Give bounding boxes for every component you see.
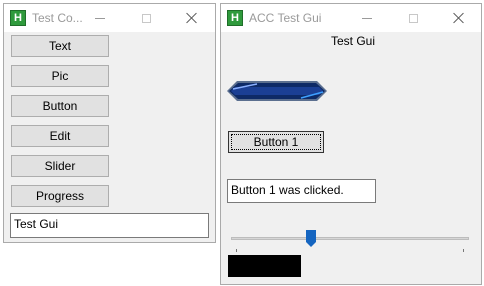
maximize-icon <box>408 13 418 23</box>
progress-button[interactable]: Progress <box>11 185 109 207</box>
app-icon: H <box>10 10 26 26</box>
pic-button[interactable]: Pic <box>11 65 109 87</box>
window-title: ACC Test Gui <box>249 11 322 25</box>
minimize-button[interactable] <box>77 4 123 32</box>
slider-button[interactable]: Slider <box>11 155 109 177</box>
progress-bar <box>228 255 301 277</box>
gui-text-label: Test Gui <box>330 34 375 48</box>
slider-tick-end <box>463 249 464 252</box>
maximize-icon <box>141 13 151 23</box>
app-icon: H <box>227 10 243 26</box>
slider-track <box>231 237 469 240</box>
maximize-button[interactable] <box>390 4 436 32</box>
minimize-icon <box>362 17 372 19</box>
minimize-icon <box>95 17 105 19</box>
button-1[interactable]: Button 1 <box>228 131 324 153</box>
button-button[interactable]: Button <box>11 95 109 117</box>
titlebar[interactable]: H Test Co... <box>4 4 215 32</box>
text-input[interactable]: Test Gui <box>10 213 209 238</box>
slider-tick-start <box>236 249 237 252</box>
maximize-button[interactable] <box>123 4 169 32</box>
edit-button[interactable]: Edit <box>11 125 109 147</box>
close-icon <box>453 12 465 24</box>
slider[interactable] <box>231 230 469 254</box>
close-button[interactable] <box>169 4 215 32</box>
control-window: H Test Co... Text Pic Button Edit Slider… <box>3 3 216 243</box>
status-edit[interactable]: Button 1 was clicked. <box>227 179 376 203</box>
minimize-button[interactable] <box>344 4 390 32</box>
gui-window: H ACC Test Gui Test Gui Button 1 Button … <box>220 3 482 285</box>
text-button[interactable]: Text <box>11 35 109 57</box>
slider-thumb[interactable] <box>306 230 316 247</box>
close-icon <box>186 12 198 24</box>
picture-image <box>227 81 327 101</box>
titlebar[interactable]: H ACC Test Gui <box>221 4 481 32</box>
window-title: Test Co... <box>32 11 83 25</box>
close-button[interactable] <box>436 4 482 32</box>
